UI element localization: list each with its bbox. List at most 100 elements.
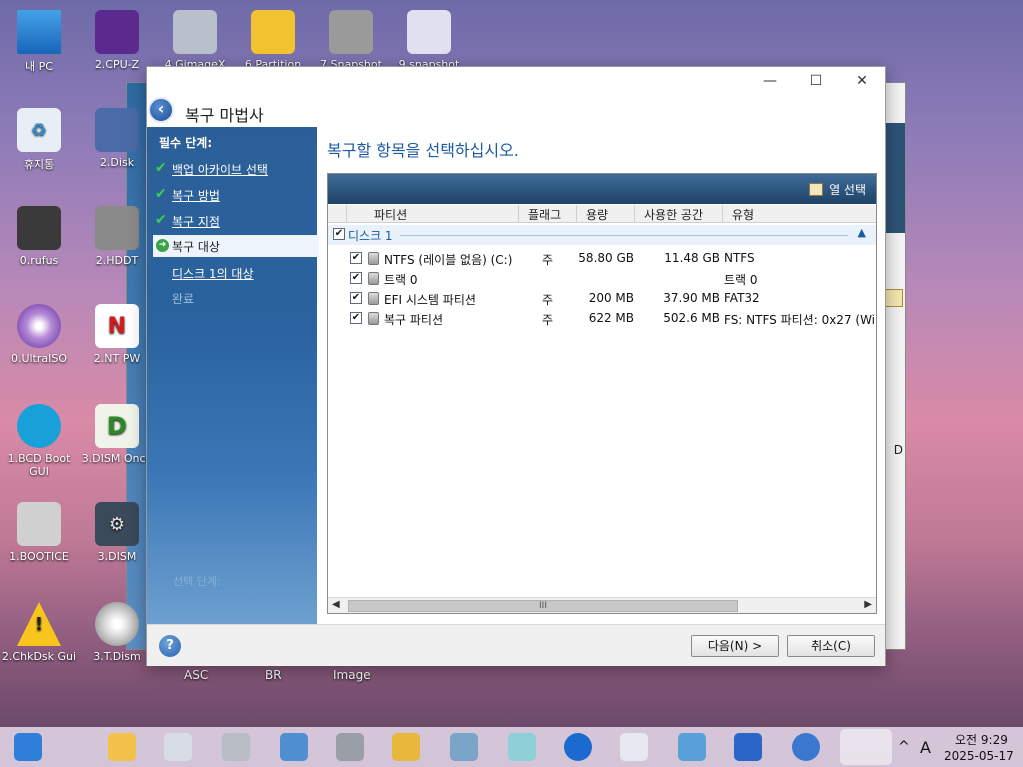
step-label: 백업 아카이브 선택 [172,163,268,177]
desktop-icon-bootice[interactable]: 1.BOOTICE [0,502,78,563]
next-button[interactable]: 다음(N) > [691,635,779,657]
horizontal-scrollbar[interactable]: ◀ III ▶ [328,597,876,613]
desktop-icon-label: 2.NT PW [93,352,141,365]
back-arrow-icon[interactable]: ‹ [148,97,174,123]
usb-icon[interactable] [222,733,250,761]
desktop-icon-tdism[interactable]: 3.T.Dism [78,602,156,663]
desktop-icon-cpuz[interactable]: 2.CPU-Z [78,10,156,71]
dism-icon: D [95,404,139,448]
partition-checkbox[interactable]: ✔ [350,292,362,304]
scroll-thumb[interactable]: III [348,600,738,612]
desktop-icon-ultraiso[interactable]: 0.UltraISO [0,304,78,365]
partition-checkbox[interactable]: ✔ [350,252,362,264]
column-header-flag[interactable]: 플래그 [528,206,561,223]
search-icon[interactable] [885,289,903,307]
computer-icon[interactable] [678,733,706,761]
ntpw-icon: N [95,304,139,348]
camera-icon [407,10,451,54]
column-header-partition[interactable]: 파티션 [374,206,407,223]
drive-icon [368,272,379,285]
desktop-label-image[interactable]: Image [333,668,371,682]
maximize-button[interactable]: ☐ [801,71,831,91]
scroll-right-icon[interactable]: ▶ [864,599,872,610]
clock-date[interactable]: 2025-05-17 [944,749,1014,763]
column-select-icon [809,183,824,196]
partition-flag: 주 [542,313,554,327]
backup-icon[interactable] [450,733,478,761]
partition-icon[interactable] [392,733,420,761]
disk-group-row[interactable]: ✔ 디스크 1 ▲ [328,225,876,245]
partition-checkbox[interactable]: ✔ [350,272,362,284]
desktop-icon-label: 0.rufus [19,254,59,267]
desktop-icon-partition[interactable]: 6.Partition [234,10,312,71]
document-icon[interactable] [508,733,536,761]
desktop-icon-hddt[interactable]: 2.HDDT [78,206,156,267]
clock-time[interactable]: 오전 9:29 [955,731,1008,748]
drive-stack-icon [173,10,217,54]
partition-capacity: 200 MB [588,291,634,305]
drive-icon[interactable] [336,733,364,761]
partition-checkbox[interactable]: ✔ [350,312,362,324]
partition-row[interactable]: ✔ NTFS (레이블 없음) (C:) 주 58.80 GB 11.48 GB… [328,248,876,268]
partition-row[interactable]: ✔ 트랙 0 트랙 0 [328,268,876,288]
column-header-type[interactable]: 유형 [732,206,754,223]
dialog-footer: ? 다음(N) > 취소(C) [147,624,885,666]
desktop-icon-recycle[interactable]: ♻ 휴지통 [0,108,78,172]
search-icon[interactable] [164,733,192,761]
desktop-icon-snapshot9[interactable]: 9.snapshot [390,10,468,71]
partition-type: FS: NTFS 파티션: 0x27 (Win [724,313,876,327]
partition-row[interactable]: ✔ EFI 시스템 파티션 주 200 MB 37.90 MB FAT32 [328,288,876,308]
desktop-icon-rufus[interactable]: 0.rufus [0,206,78,267]
step-recovery-target[interactable]: ➜ 복구 대상 [153,235,319,257]
cancel-button[interactable]: 취소(C) [787,635,875,657]
step-label: 복구 방법 [172,189,220,203]
desktop-icon-chkdsk[interactable]: ! 2.ChkDsk Gui [0,602,78,663]
desktop-icon-gimagex[interactable]: 4.GimageX [156,10,234,71]
camera-icon[interactable] [620,733,648,761]
step-recovery-method[interactable]: ✔ 복구 방법 [153,184,317,206]
disk-divider [400,235,848,236]
column-header-capacity[interactable]: 용량 [586,206,608,223]
close-button[interactable]: ✕ [847,71,877,91]
desktop-icon-dism-once[interactable]: D 3.DISM Once [78,404,156,465]
step-backup-archive[interactable]: ✔ 백업 아카이브 선택 [153,158,317,180]
partition-flag: 주 [542,293,554,307]
step-label: 디스크 1의 대상 [172,267,254,281]
collapse-chevron-icon[interactable]: ▲ [858,226,866,239]
file-explorer-icon[interactable] [108,733,136,761]
desktop-icon-snapshot7[interactable]: 7.Snapshot [312,10,390,71]
desktop-icon-dism[interactable]: ⚙ 3.DISM [78,502,156,563]
grid-toolbar: 열 선택 [328,174,876,204]
desktop-icon-ntpw[interactable]: N 2.NT PW [78,304,156,365]
text-app-icon[interactable] [734,733,762,761]
scroll-left-icon[interactable]: ◀ [332,599,340,610]
desktop-icon-mypc[interactable]: 내 PC [0,10,78,74]
desktop-icon-bcdboot[interactable]: 1.BCD Boot GUI [0,404,78,478]
partition-used: 11.48 GB [664,251,720,265]
desktop-icon-disk[interactable]: 2.Disk [78,108,156,169]
apps-icon[interactable] [280,733,308,761]
help-icon[interactable]: ? [159,635,181,657]
grid-header: 파티션 플래그 용량 사용한 공간 유형 [328,205,876,223]
language-indicator[interactable]: A [920,738,931,757]
start-icon[interactable] [14,733,42,761]
step-recovery-point[interactable]: ✔ 복구 지점 [153,210,317,232]
desktop-label-br[interactable]: BR [265,668,282,682]
step-finish: 완료 [153,287,317,309]
r-app-icon[interactable] [564,733,592,761]
column-select-button[interactable]: 열 선택 [809,181,866,198]
wizard-steps-sidebar: 필수 단계: ✔ 백업 아카이브 선택 ✔ 복구 방법 ✔ 복구 지점 ➜ 복구… [147,127,319,624]
minimize-button[interactable]: — [755,71,785,91]
dialog-title: 복구 마법사 [185,106,264,125]
partition-row[interactable]: ✔ 복구 파티션 주 622 MB 502.6 MB FS: NTFS 파티션:… [328,308,876,328]
step-disk1-target[interactable]: 디스크 1의 대상 [153,262,317,284]
desktop-icon-label: 휴지통 [23,158,55,171]
disc-icon [17,304,61,348]
disk-checkbox[interactable]: ✔ [333,228,345,240]
partition-grid: 열 선택 파티션 플래그 용량 사용한 공간 유형 ✔ 디스크 1 ▲ ✔ NT… [327,173,877,614]
desktop-label-asc[interactable]: ASC [184,668,208,682]
chevron-up-icon[interactable]: ^ [898,739,910,755]
column-header-used[interactable]: 사용한 공간 [644,206,703,223]
active-app-icon[interactable] [840,729,892,765]
network-icon[interactable] [792,733,820,761]
